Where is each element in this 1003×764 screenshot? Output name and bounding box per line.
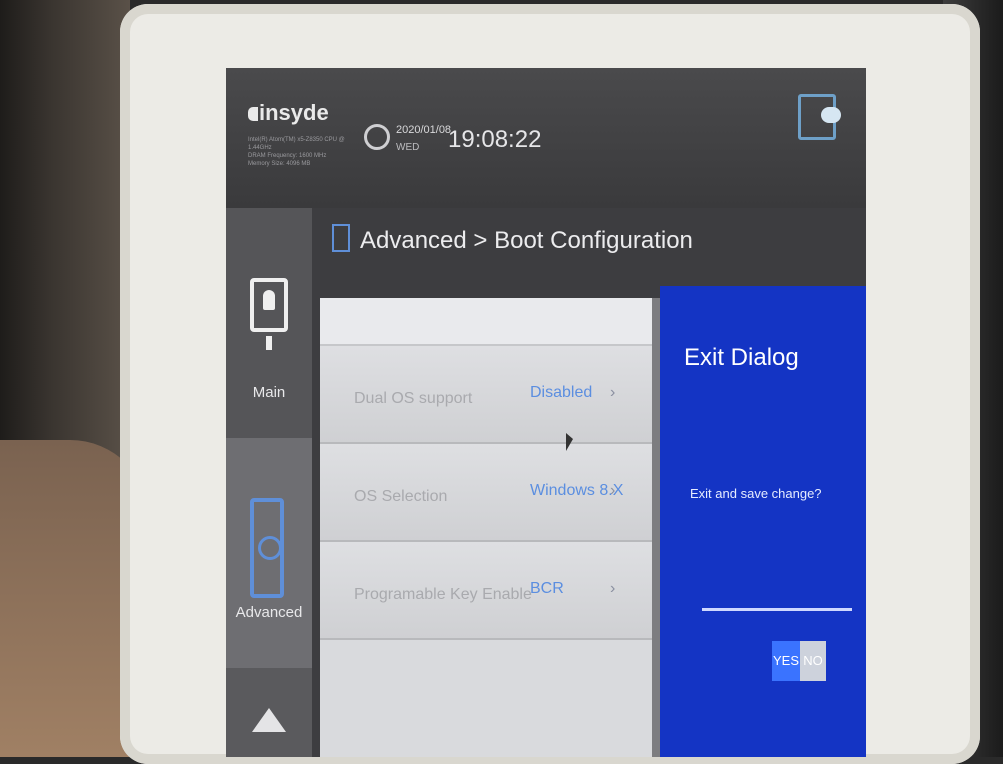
exit-dialog: Exit Dialog Exit and save change? YES NO bbox=[660, 286, 866, 757]
sidebar-item-advanced[interactable]: Advanced bbox=[226, 438, 312, 668]
time-display: 19:08:22 bbox=[448, 126, 542, 153]
sidebar-item-label: Main bbox=[252, 384, 286, 401]
setting-label: Programable Key Enable bbox=[354, 586, 532, 603]
settings-list: Dual OS support Disabled › OS Selection … bbox=[320, 298, 652, 757]
sidebar-item-label: Advanced bbox=[235, 604, 303, 621]
chevron-up-icon bbox=[252, 708, 286, 732]
setting-value[interactable]: Disabled bbox=[530, 384, 592, 402]
breadcrumb: Advanced > Boot Configuration bbox=[360, 227, 693, 254]
day-display: WED bbox=[396, 142, 420, 153]
sidebar-item-next[interactable] bbox=[226, 668, 312, 757]
brand-logo: insyde bbox=[248, 100, 329, 126]
setting-label: OS Selection bbox=[354, 488, 448, 505]
setting-dual-os-support[interactable]: Dual OS support Disabled › bbox=[320, 346, 652, 444]
page-title: Advanced > Boot Configuration bbox=[332, 224, 693, 255]
yes-button[interactable]: YES bbox=[772, 641, 800, 681]
setting-value[interactable]: BCR bbox=[530, 580, 564, 598]
date-display: 2020/01/08 bbox=[396, 124, 452, 136]
setting-programable-key-enable[interactable]: Programable Key Enable BCR › bbox=[320, 542, 652, 640]
sysinfo-line: Memory Size: 4096 MB bbox=[248, 161, 311, 167]
setting-os-selection[interactable]: OS Selection Windows 8.X › bbox=[320, 444, 652, 542]
logo-mark-icon bbox=[248, 107, 258, 121]
setting-label: Dual OS support bbox=[354, 390, 473, 407]
page-icon bbox=[332, 224, 350, 252]
sidebar-item-main[interactable]: Main bbox=[226, 208, 312, 438]
user-monitor-icon bbox=[250, 278, 288, 332]
monitor-stand-icon bbox=[266, 336, 272, 350]
top-bar: insyde Intel(R) Atom(TM) x5-Z8350 CPU @ … bbox=[226, 68, 866, 208]
settings-header bbox=[320, 298, 652, 346]
user-settings-icon[interactable] bbox=[798, 94, 841, 140]
dialog-title: Exit Dialog bbox=[684, 344, 799, 371]
sysinfo-line: DRAM Frequency: 1600 MHz bbox=[248, 153, 327, 159]
logo-text: insyde bbox=[259, 100, 329, 125]
chevron-right-icon: › bbox=[610, 384, 616, 401]
advanced-icon bbox=[250, 498, 284, 598]
chevron-right-icon: › bbox=[610, 580, 616, 597]
mouse-cursor-icon bbox=[566, 433, 573, 451]
clock-icon bbox=[364, 124, 390, 150]
bios-screen: insyde Intel(R) Atom(TM) x5-Z8350 CPU @ … bbox=[226, 68, 866, 757]
no-button[interactable]: NO bbox=[800, 641, 826, 681]
dialog-message: Exit and save change? bbox=[690, 486, 822, 501]
sidebar: Main Advanced bbox=[226, 208, 312, 757]
chevron-right-icon: › bbox=[610, 482, 616, 499]
main-content: Advanced > Boot Configuration Dual OS su… bbox=[312, 208, 866, 757]
dialog-separator bbox=[702, 608, 852, 611]
